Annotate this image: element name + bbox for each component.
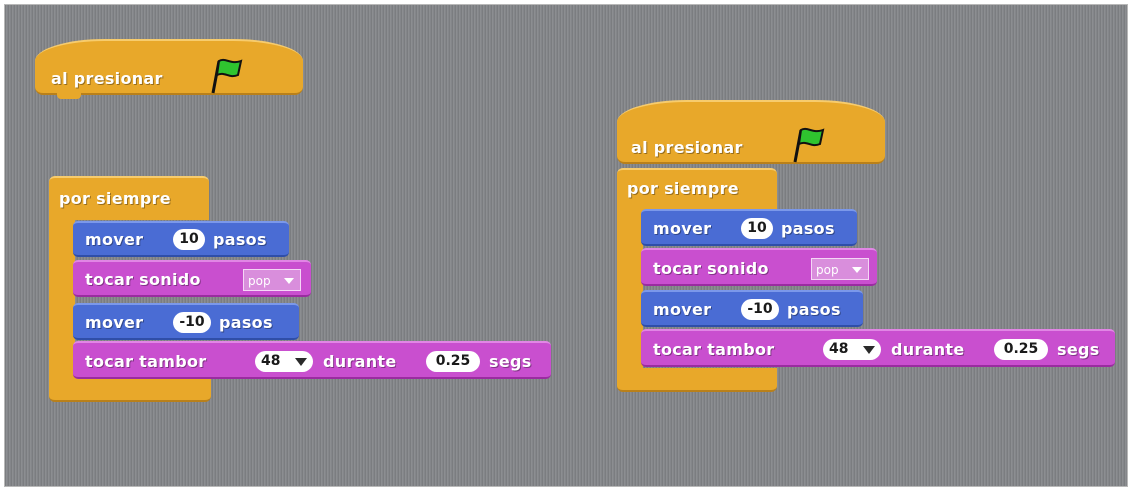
forever-arm	[49, 218, 75, 378]
steps-input[interactable]: -10	[173, 312, 211, 333]
dropdown-arrow-icon	[295, 358, 307, 366]
dropdown-arrow-icon	[284, 278, 294, 284]
sound-prefix: tocar sonido	[653, 259, 769, 278]
beats-input[interactable]: 0.25	[426, 351, 480, 372]
beats-input[interactable]: 0.25	[994, 339, 1048, 360]
when-flag-clicked-block[interactable]: al presionar	[35, 39, 303, 99]
drum-suffix: segs	[1057, 340, 1100, 359]
hat-notch	[57, 93, 81, 99]
forever-arm	[617, 210, 643, 370]
dropdown-arrow-icon	[852, 267, 862, 273]
move-suffix: pasos	[781, 219, 835, 238]
move-prefix: mover	[85, 230, 144, 249]
scripts-area[interactable]: al presionar por siempre mover 10 pasos …	[4, 4, 1128, 487]
move-suffix: pasos	[213, 230, 267, 249]
move-suffix: pasos	[787, 300, 841, 319]
play-drum-block[interactable]: tocar tambor 48 durante 0.25 segs	[641, 329, 1115, 367]
play-drum-block[interactable]: tocar tambor 48 durante 0.25 segs	[73, 341, 551, 379]
steps-input[interactable]: 10	[741, 218, 773, 239]
forever-block[interactable]: por siempre	[49, 176, 209, 220]
forever-block[interactable]: por siempre	[617, 168, 777, 212]
move-steps-block[interactable]: mover 10 pasos	[641, 209, 857, 246]
sound-dropdown[interactable]: pop	[811, 258, 869, 280]
move-prefix: mover	[653, 219, 712, 238]
steps-input[interactable]: 10	[173, 229, 205, 250]
move-steps-block[interactable]: mover -10 pasos	[641, 290, 863, 327]
move-steps-block[interactable]: mover -10 pasos	[73, 303, 299, 340]
drum-dropdown[interactable]: 48	[823, 339, 881, 360]
sound-dropdown[interactable]: pop	[243, 269, 301, 291]
move-suffix: pasos	[219, 313, 273, 332]
play-sound-block[interactable]: tocar sonido pop	[73, 260, 311, 297]
drum-value: 48	[261, 353, 281, 369]
forever-bottom	[617, 368, 777, 392]
when-flag-clicked-block[interactable]: al presionar	[617, 100, 885, 164]
move-steps-block[interactable]: mover 10 pasos	[73, 221, 289, 257]
sound-value: pop	[248, 274, 271, 288]
forever-label: por siempre	[59, 189, 171, 208]
hat-label: al presionar	[51, 69, 163, 88]
green-flag-icon	[793, 127, 825, 163]
sound-value: pop	[816, 263, 839, 277]
sound-prefix: tocar sonido	[85, 270, 201, 289]
move-prefix: mover	[85, 313, 144, 332]
forever-bottom	[49, 376, 211, 402]
drum-dropdown[interactable]: 48	[255, 351, 313, 372]
drum-prefix: tocar tambor	[653, 340, 775, 359]
steps-input[interactable]: -10	[741, 299, 779, 320]
play-sound-block[interactable]: tocar sonido pop	[641, 248, 877, 286]
drum-value: 48	[829, 341, 849, 357]
move-prefix: mover	[653, 300, 712, 319]
forever-label: por siempre	[627, 179, 739, 198]
drum-middle: durante	[891, 340, 965, 359]
green-flag-icon	[211, 58, 243, 94]
drum-middle: durante	[323, 352, 397, 371]
drum-suffix: segs	[489, 352, 532, 371]
dropdown-arrow-icon	[863, 346, 875, 354]
hat-label: al presionar	[631, 138, 743, 157]
drum-prefix: tocar tambor	[85, 352, 207, 371]
